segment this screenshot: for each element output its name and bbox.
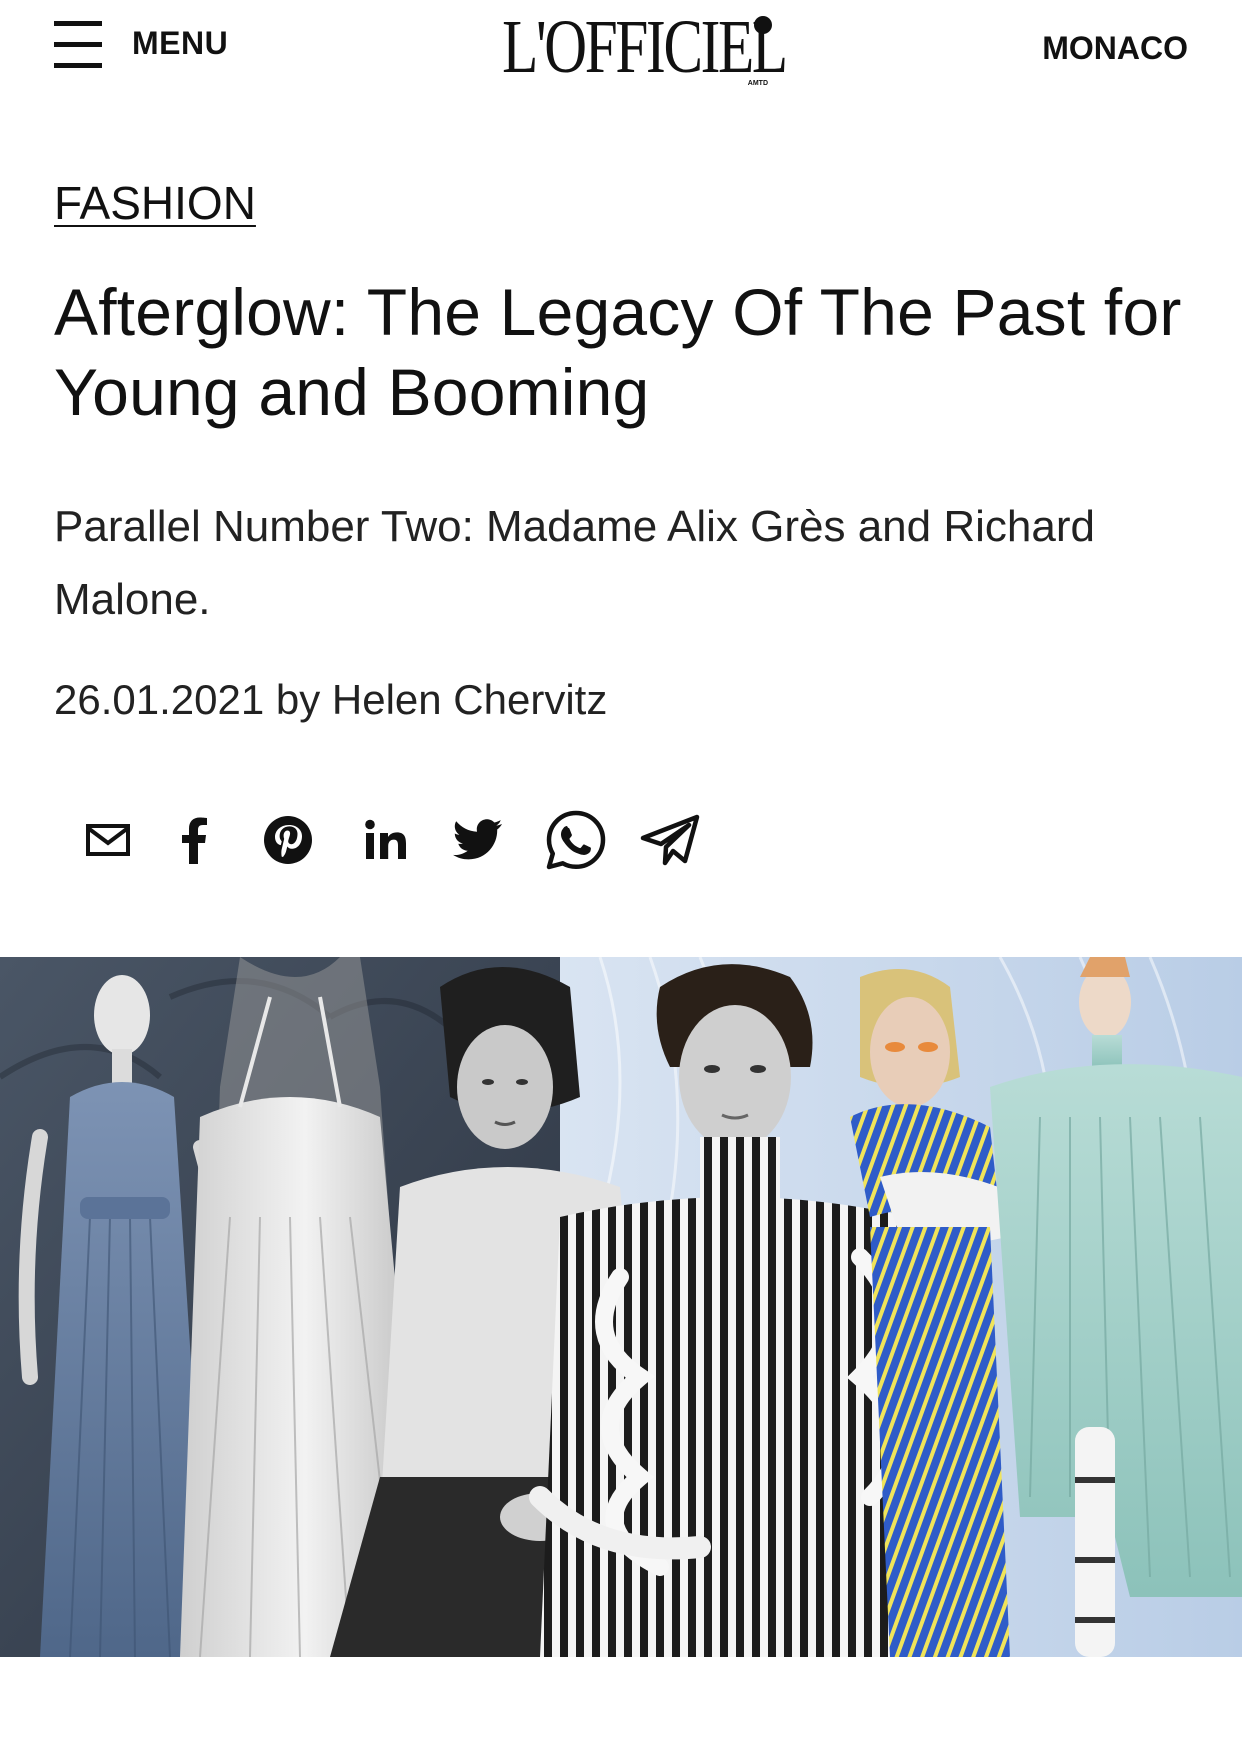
site-logo[interactable]: L'OFFICIEL AMTD: [468, 6, 788, 88]
pinterest-icon[interactable]: [256, 810, 320, 870]
menu-button[interactable]: MENU: [54, 18, 228, 68]
linkedin-icon[interactable]: [354, 810, 418, 870]
menu-label[interactable]: MENU: [132, 25, 228, 62]
article-subtitle: Parallel Number Two: Madame Alix Grès an…: [54, 502, 1095, 624]
category-link[interactable]: FASHION: [54, 176, 256, 230]
article-title: Afterglow: The Legacy Of The Past for Yo…: [54, 275, 1182, 429]
article-byline: 26.01.2021 by Helen Chervitz: [54, 676, 608, 723]
logo-subtext: AMTD: [747, 80, 768, 87]
logo-wordmark[interactable]: L'OFFICIEL: [502, 6, 788, 88]
logo-emblem-icon: [754, 16, 772, 34]
whatsapp-icon[interactable]: [544, 810, 608, 870]
hero-image: [0, 957, 1242, 1657]
region-selector[interactable]: MONACO: [1042, 30, 1188, 67]
telegram-icon[interactable]: [638, 810, 702, 870]
twitter-icon[interactable]: [446, 810, 510, 870]
mail-icon[interactable]: [76, 810, 140, 870]
facebook-icon[interactable]: [162, 810, 226, 870]
fashion-collage-image: [0, 957, 1242, 1657]
hamburger-icon[interactable]: [54, 18, 102, 68]
site-header: MENU L'OFFICIEL AMTD MONACO: [0, 0, 1242, 110]
